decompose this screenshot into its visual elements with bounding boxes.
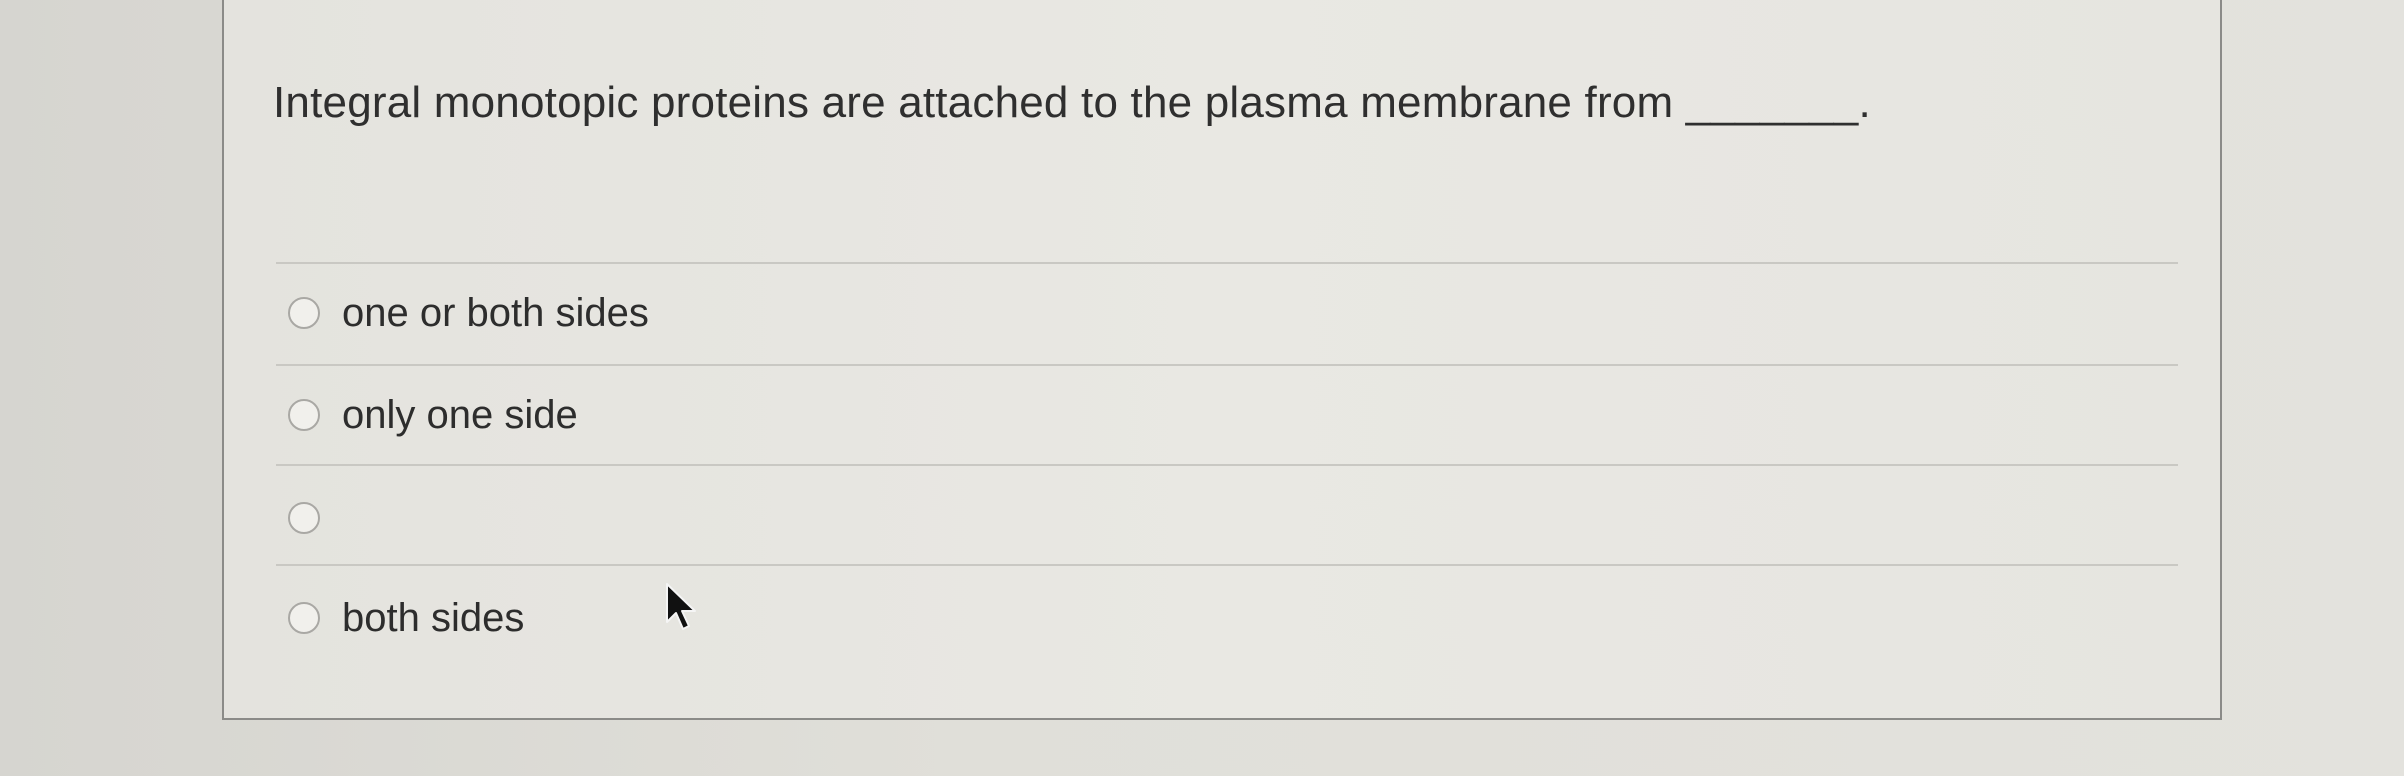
option-label: one or both sides (342, 290, 649, 335)
divider (276, 464, 2178, 466)
question-text: Integral monotopic proteins are attached… (273, 78, 1871, 127)
radio-button-icon[interactable] (288, 297, 320, 329)
radio-button-icon[interactable] (288, 602, 320, 634)
option-label: only one side (342, 392, 578, 437)
option-one-or-both-sides[interactable]: one or both sides (288, 283, 649, 343)
option-both-sides[interactable]: both sides (288, 588, 524, 648)
option-label: both sides (342, 595, 525, 640)
radio-button-icon[interactable] (288, 502, 320, 534)
option-only-one-side[interactable]: only one side (288, 385, 578, 445)
mouse-pointer-icon (666, 583, 696, 630)
divider (276, 262, 2178, 264)
divider (276, 364, 2178, 366)
radio-button-icon[interactable] (288, 399, 320, 431)
option-blank[interactable] (288, 488, 342, 548)
divider (276, 564, 2178, 566)
